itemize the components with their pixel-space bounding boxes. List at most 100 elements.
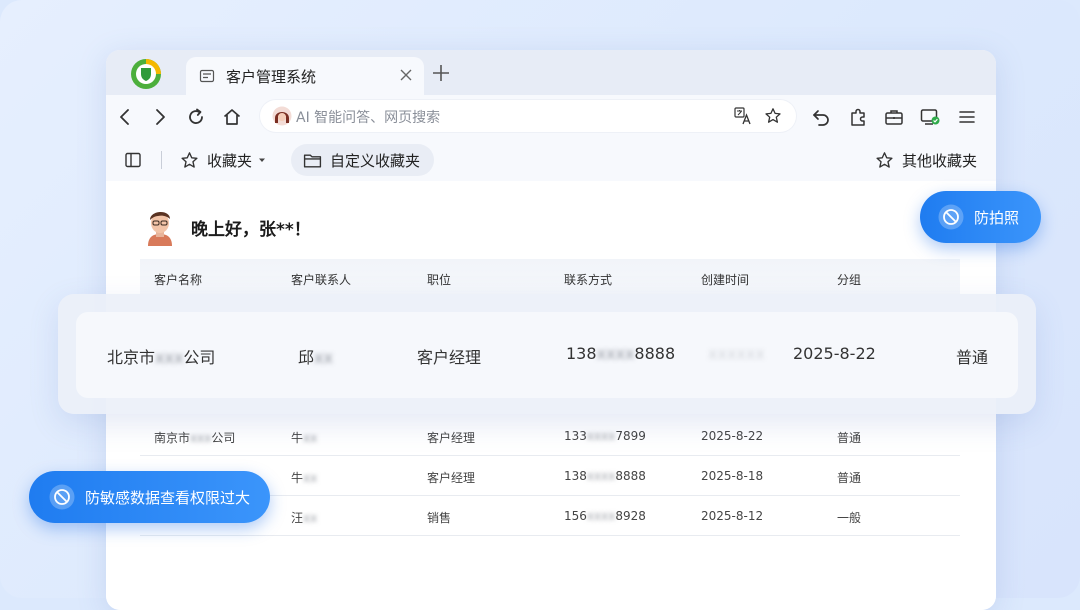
- reload-icon[interactable]: [185, 106, 207, 128]
- menu-icon[interactable]: [956, 106, 978, 128]
- contact-cell: 牛xx: [291, 469, 317, 486]
- date-cell: 2025-8-12: [701, 509, 764, 523]
- position-cell: 客户经理: [427, 471, 476, 485]
- table-row[interactable]: 南京市xxx公司 牛xx 客户经理 133xxxx7899 2025-8-22 …: [140, 416, 960, 456]
- masked-text: xx: [303, 511, 318, 525]
- page-icon: [199, 69, 215, 83]
- tab-active[interactable]: 客户管理系统: [186, 57, 424, 95]
- phone-prefix: 138: [566, 344, 597, 363]
- star-icon: [181, 151, 198, 168]
- group-cell: 一般: [837, 511, 862, 525]
- group-cell: 普通: [837, 431, 862, 445]
- phone-cell: 138xxxx8888: [564, 469, 646, 483]
- bookmark-folder-custom[interactable]: 自定义收藏夹: [291, 144, 435, 176]
- contact-prefix: 邱: [298, 348, 315, 367]
- date-cell: 2025-8-18: [701, 469, 764, 483]
- ai-assistant-icon: [272, 106, 292, 126]
- browser-logo-icon[interactable]: [130, 58, 162, 90]
- group-cell: 普通: [956, 348, 989, 367]
- masked-text: xxxx: [586, 509, 616, 523]
- close-icon[interactable]: [398, 67, 414, 83]
- masked-text: xx: [303, 431, 318, 445]
- anti-photo-badge[interactable]: 防拍照: [920, 191, 1041, 243]
- company-suffix: 公司: [211, 431, 236, 445]
- address-bar[interactable]: AI 智能问答、网页搜索: [260, 100, 796, 132]
- company-prefix: 北京市: [107, 348, 156, 367]
- contact-cell: 汪xx: [291, 509, 317, 526]
- home-icon[interactable]: [221, 106, 243, 128]
- contact-cell: 牛xx: [291, 429, 317, 446]
- masked-text: xxxx: [586, 429, 616, 443]
- date-cell: 2025-8-22: [701, 429, 764, 443]
- anti-sensitive-badge[interactable]: 防敏感数据查看权限过大: [29, 471, 270, 523]
- phone-cell: 133xxxx7899: [564, 429, 646, 443]
- prohibit-icon: [938, 204, 964, 230]
- masked-text: xx: [314, 348, 333, 367]
- custom-folder-label: 自定义收藏夹: [330, 151, 421, 170]
- phone-suffix: 7899: [615, 429, 646, 443]
- star-icon: [876, 151, 893, 168]
- screen-security-icon[interactable]: [919, 106, 941, 128]
- highlighted-row-card: 北京市xxx公司 邱xx 客户经理 138xxxx8888 xxxxxx 202…: [58, 294, 1036, 414]
- other-bookmarks-label: 其他收藏夹: [902, 151, 978, 170]
- column-header: 客户名称: [154, 273, 203, 287]
- contact-cell: 邱xx: [298, 344, 333, 368]
- address-placeholder: AI 智能问答、网页搜索: [296, 110, 441, 126]
- phone-prefix: 133: [564, 429, 587, 443]
- company-cell: 北京市xxx公司: [107, 344, 215, 368]
- position-cell: 客户经理: [417, 348, 482, 367]
- masked-text: xxxxxx: [708, 344, 765, 363]
- toolbox-icon[interactable]: [883, 106, 905, 128]
- star-icon[interactable]: [764, 107, 782, 125]
- phone-cell: 156xxxx8928: [564, 509, 646, 523]
- bookmarks-other[interactable]: 其他收藏夹: [875, 144, 977, 176]
- forward-icon[interactable]: [149, 106, 171, 128]
- caret-down-icon: [259, 158, 266, 162]
- column-header: 分组: [837, 273, 862, 287]
- contact-prefix: 汪: [291, 511, 304, 525]
- bookmark-bar: 收藏夹 自定义收藏夹 其他收藏夹: [106, 139, 996, 181]
- column-header: 职位: [427, 273, 452, 287]
- company-prefix: 南京市: [154, 431, 191, 445]
- position-cell: 客户经理: [427, 431, 476, 445]
- masked-text: xxxx: [586, 469, 616, 483]
- phone-suffix: 8888: [615, 469, 646, 483]
- phone-cell: 138xxxx8888: [566, 344, 675, 363]
- anti-photo-label: 防拍照: [974, 208, 1020, 227]
- phone-suffix: 8888: [634, 344, 676, 363]
- position-cell: 销售: [427, 511, 452, 525]
- back-icon[interactable]: [114, 106, 136, 128]
- phone-suffix: 8928: [615, 509, 646, 523]
- contact-prefix: 牛: [291, 471, 304, 485]
- avatar: [148, 211, 172, 246]
- folder-icon: [303, 154, 322, 168]
- translate-icon[interactable]: [734, 107, 752, 125]
- prohibit-icon: [49, 484, 75, 510]
- nav-bar: AI 智能问答、网页搜索: [106, 95, 996, 139]
- masked-cell: xxxxxx: [708, 344, 765, 363]
- anti-sensitive-label: 防敏感数据查看权限过大: [85, 488, 251, 507]
- favorites-label: 收藏夹: [207, 151, 253, 170]
- tab-title: 客户管理系统: [226, 68, 317, 86]
- sidebar-toggle-icon[interactable]: [124, 151, 142, 169]
- date-cell: 2025-8-22: [793, 344, 876, 363]
- undo-icon[interactable]: [810, 106, 832, 128]
- phone-prefix: 138: [564, 469, 587, 483]
- company-cell: 南京市xxx公司: [154, 429, 235, 446]
- greeting-text: 晚上好，张**！: [191, 220, 311, 240]
- column-header: 创建时间: [701, 273, 750, 287]
- masked-text: xxx: [155, 348, 184, 367]
- bookmarks-favorites[interactable]: 收藏夹: [180, 144, 267, 176]
- masked-text: xxxx: [596, 344, 635, 363]
- phone-prefix: 156: [564, 509, 587, 523]
- masked-text: xxx: [190, 431, 212, 445]
- highlighted-table-row[interactable]: 北京市xxx公司 邱xx 客户经理 138xxxx8888 xxxxxx 202…: [76, 312, 1018, 398]
- column-header: 客户联系人: [291, 273, 352, 287]
- company-suffix: 公司: [183, 348, 216, 367]
- group-cell: 普通: [837, 471, 862, 485]
- extension-icon[interactable]: [847, 106, 869, 128]
- plus-icon[interactable]: [432, 64, 450, 82]
- tab-strip: 客户管理系统: [106, 50, 996, 95]
- masked-text: xx: [303, 471, 318, 485]
- table-header: 客户名称 客户联系人 职位 联系方式 创建时间 分组: [140, 259, 960, 297]
